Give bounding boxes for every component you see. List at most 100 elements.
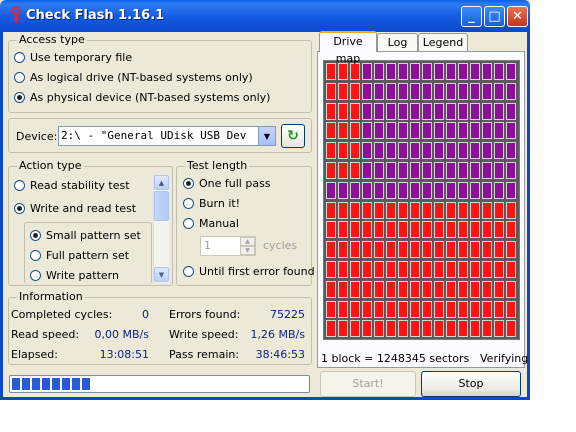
drive-map-block xyxy=(326,261,336,278)
tab-legend[interactable]: Legend xyxy=(418,33,468,51)
scroll-thumb[interactable] xyxy=(154,191,169,221)
tab-drive-map[interactable]: Drive map xyxy=(319,31,377,65)
drive-map-block xyxy=(386,261,396,278)
start-button[interactable]: Start! xyxy=(320,371,416,397)
access-logical-drive-radio[interactable] xyxy=(14,72,25,83)
maximize-button[interactable]: □ xyxy=(484,6,505,27)
length-one-pass-radio[interactable] xyxy=(183,178,194,189)
drive-map-block xyxy=(362,201,372,219)
access-temp-file-label[interactable]: Use temporary file xyxy=(30,51,132,64)
drive-map-block xyxy=(458,122,468,140)
stop-button[interactable]: Stop xyxy=(421,371,521,397)
drive-map-block xyxy=(434,181,444,199)
drive-map-block xyxy=(410,102,420,120)
drive-map-block xyxy=(458,102,468,120)
drive-map-block xyxy=(446,241,456,259)
action-write-read-radio[interactable] xyxy=(14,203,25,214)
action-type-legend: Action type xyxy=(17,159,84,173)
drive-map-block xyxy=(434,122,444,140)
drive-map-block xyxy=(470,82,480,100)
drive-map-block xyxy=(458,162,468,179)
progress-segment xyxy=(12,378,20,390)
close-button[interactable]: ✕ xyxy=(507,6,528,27)
action-read-stability-radio[interactable] xyxy=(14,180,25,191)
write-speed-value: 1,26 MB/s xyxy=(250,328,305,341)
minimize-button[interactable]: _ xyxy=(461,6,482,27)
action-read-stability-label[interactable]: Read stability test xyxy=(30,179,130,192)
pattern-full-radio[interactable] xyxy=(30,250,41,261)
length-one-pass-label[interactable]: One full pass xyxy=(199,177,271,190)
length-until-error-radio[interactable] xyxy=(183,266,194,277)
drive-map-block xyxy=(338,201,348,219)
action-type-scrollbar[interactable]: ▲ ▼ xyxy=(153,175,169,283)
pattern-write-radio[interactable] xyxy=(30,270,41,281)
drive-map-block xyxy=(386,82,396,100)
length-manual-label[interactable]: Manual xyxy=(199,217,239,230)
drive-map-block xyxy=(326,142,336,160)
length-manual-radio[interactable] xyxy=(183,218,194,229)
drive-map-block xyxy=(482,102,492,120)
pattern-small-label[interactable]: Small pattern set xyxy=(46,229,141,242)
drive-map-block xyxy=(386,102,396,120)
access-physical-device-label[interactable]: As physical device (NT-based systems onl… xyxy=(30,91,270,104)
drive-map-block xyxy=(410,201,420,219)
scroll-down-icon[interactable]: ▼ xyxy=(154,267,169,282)
length-until-error-label[interactable]: Until first error found xyxy=(199,265,315,278)
action-write-read-label[interactable]: Write and read test xyxy=(30,202,136,215)
drive-map-block xyxy=(470,142,480,160)
access-temp-file-radio[interactable] xyxy=(14,52,25,63)
tab-drive-map-label: Drive map xyxy=(333,35,363,65)
progress-segment xyxy=(32,378,40,390)
drive-map-block xyxy=(410,142,420,160)
drive-map-block xyxy=(398,162,408,179)
pattern-small-radio[interactable] xyxy=(30,230,41,241)
completed-cycles-label: Completed cycles: xyxy=(11,308,113,321)
access-logical-drive-label[interactable]: As logical drive (NT-based systems only) xyxy=(30,71,253,84)
drive-map-block xyxy=(386,241,396,259)
drive-map-block xyxy=(362,261,372,278)
write-speed-label: Write speed: xyxy=(169,328,239,341)
drive-map-block xyxy=(470,63,480,80)
drive-map-block xyxy=(422,300,432,318)
spin-up-icon[interactable]: ▲ xyxy=(240,237,255,246)
drive-map-block xyxy=(326,221,336,239)
drive-map-block xyxy=(434,162,444,179)
drive-map-block xyxy=(326,162,336,179)
drive-map-block xyxy=(506,102,516,120)
drive-map-block xyxy=(350,142,360,160)
scroll-up-icon[interactable]: ▲ xyxy=(154,175,169,190)
chevron-down-icon[interactable]: ▼ xyxy=(258,127,275,145)
access-physical-device-radio[interactable] xyxy=(14,92,25,103)
progress-segment xyxy=(52,378,60,390)
drive-map-block xyxy=(470,221,480,239)
drive-map-block xyxy=(446,162,456,179)
drive-map-block xyxy=(350,162,360,179)
drive-map-block xyxy=(458,221,468,239)
drive-map-block xyxy=(470,241,480,259)
length-burn-label[interactable]: Burn it! xyxy=(199,197,240,210)
drive-map-block xyxy=(386,300,396,318)
pattern-write-label[interactable]: Write pattern xyxy=(46,269,119,282)
refresh-button[interactable]: ↻ xyxy=(281,124,305,148)
drive-map-block xyxy=(470,122,480,140)
drive-map-block xyxy=(458,142,468,160)
length-burn-radio[interactable] xyxy=(183,198,194,209)
tab-log[interactable]: Log xyxy=(377,33,418,51)
pattern-full-label[interactable]: Full pattern set xyxy=(46,249,129,262)
drive-map-block xyxy=(362,122,372,140)
drive-map-block xyxy=(482,300,492,318)
drive-map-block xyxy=(326,300,336,318)
drive-map-block xyxy=(494,261,504,278)
drive-map-block xyxy=(350,82,360,100)
progress-bar-fill xyxy=(12,378,90,390)
drive-map-block xyxy=(374,261,384,278)
spin-down-icon[interactable]: ▼ xyxy=(240,246,255,255)
drive-map-block xyxy=(482,221,492,239)
drive-map-block xyxy=(434,201,444,219)
drive-map-block xyxy=(434,320,444,338)
drive-map-grid xyxy=(323,60,520,340)
drive-map-block xyxy=(362,280,372,298)
drive-map-block xyxy=(398,261,408,278)
device-select[interactable]: 2:\ - "General UDisk USB Dev xyxy=(58,126,276,146)
drive-map-block xyxy=(458,201,468,219)
